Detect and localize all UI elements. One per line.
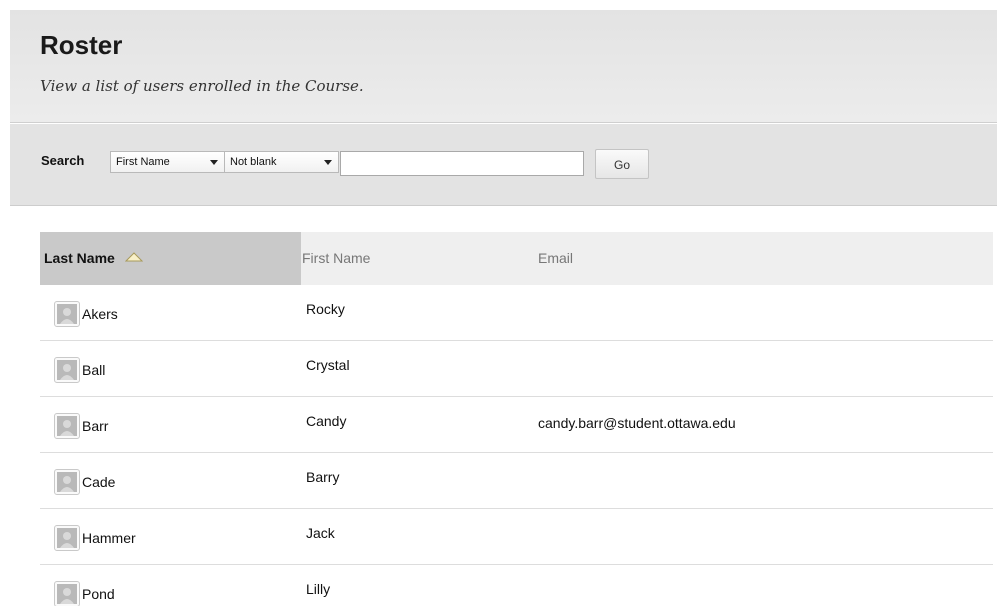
search-operator-select[interactable]: Not blank — [224, 151, 339, 173]
column-header-label: Email — [538, 250, 574, 266]
cell-email: candy.barr@student.ottawa.edu — [538, 415, 736, 431]
search-bar: Search First Name Not blank Go — [10, 124, 997, 206]
cell-last-name: Cade — [82, 474, 116, 490]
cell-first-name: Rocky — [306, 301, 345, 317]
cell-first-name: Jack — [306, 525, 335, 541]
column-header-last-name[interactable]: Last Name — [40, 232, 301, 285]
go-button[interactable]: Go — [595, 149, 649, 179]
roster-table: Last Name First Name Email Akers Rocky B… — [40, 232, 993, 606]
cell-first-name: Lilly — [306, 581, 331, 597]
table-row: Hammer Jack — [40, 509, 993, 565]
cell-first-name: Barry — [306, 469, 340, 485]
search-field-value: First Name — [116, 156, 170, 168]
column-header-label: Last Name — [44, 250, 115, 266]
column-header-label: First Name — [302, 250, 371, 266]
table-row: Pond Lilly — [40, 565, 993, 606]
cell-last-name: Pond — [82, 586, 115, 602]
sort-ascending-icon — [124, 231, 143, 284]
cell-last-name: Barr — [82, 418, 109, 434]
cell-last-name: Hammer — [82, 530, 136, 546]
column-header-first-name[interactable]: First Name — [302, 232, 370, 285]
search-operator-value: Not blank — [230, 156, 277, 168]
user-avatar-icon — [54, 469, 80, 495]
cell-first-name: Candy — [306, 413, 347, 429]
search-field-select[interactable]: First Name — [110, 151, 225, 173]
cell-last-name: Akers — [82, 306, 118, 322]
page-subtitle: View a list of users enrolled in the Cou… — [40, 77, 364, 95]
table-row: Ball Crystal — [40, 341, 993, 397]
table-row: Akers Rocky — [40, 285, 993, 341]
page-header: Roster View a list of users enrolled in … — [10, 10, 997, 123]
cell-last-name: Ball — [82, 362, 106, 378]
user-avatar-icon — [54, 357, 80, 383]
user-avatar-icon — [54, 413, 80, 439]
chevron-down-icon — [210, 160, 218, 165]
user-avatar-icon — [54, 301, 80, 327]
cell-first-name: Crystal — [306, 357, 350, 373]
page-title: Roster — [40, 30, 123, 60]
column-header-email[interactable]: Email — [538, 232, 573, 285]
user-avatar-icon — [54, 525, 80, 551]
search-label: Search — [41, 153, 85, 168]
chevron-down-icon — [324, 160, 332, 165]
table-header: Last Name First Name Email — [40, 232, 993, 285]
table-row: Cade Barry — [40, 453, 993, 509]
search-input[interactable] — [340, 151, 584, 176]
table-row: Barr Candy candy.barr@student.ottawa.edu — [40, 397, 993, 453]
user-avatar-icon — [54, 581, 80, 606]
roster-page: Roster View a list of users enrolled in … — [0, 0, 997, 606]
